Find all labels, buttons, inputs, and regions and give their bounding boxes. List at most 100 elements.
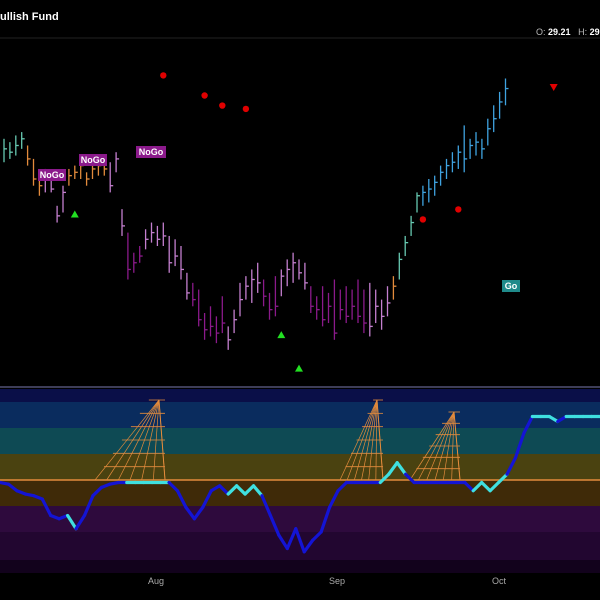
nogo-label: NoGo (79, 154, 107, 166)
price-bar (268, 292, 273, 320)
price-bar (416, 192, 420, 213)
band-1 (0, 389, 600, 402)
price-bar (3, 138, 7, 163)
price-bar (380, 299, 385, 330)
price-bar (156, 225, 161, 246)
price-bar (139, 246, 143, 263)
price-bar (475, 132, 479, 156)
down-triangle-marker (549, 83, 558, 91)
price-bar (386, 286, 391, 317)
price-bar (15, 135, 19, 156)
price-bar (262, 279, 267, 307)
up-triangle-marker (295, 364, 303, 372)
price-bar (121, 209, 125, 236)
price-bar (333, 279, 338, 340)
price-bar (298, 259, 302, 280)
price-bar (316, 296, 320, 320)
price-bar (392, 276, 397, 300)
price-bar (369, 282, 373, 337)
price-bar (180, 246, 184, 280)
price-bar (457, 145, 462, 169)
x-tick-label: Oct (492, 576, 507, 586)
price-bar (9, 142, 13, 159)
price-bar (144, 229, 149, 250)
price-bar (404, 235, 409, 257)
price-bar (498, 91, 503, 119)
price-bar (21, 132, 25, 149)
price-bar (257, 262, 261, 293)
band-6 (0, 506, 600, 532)
price-bar (233, 309, 238, 334)
nogo-label: NoGo (38, 169, 66, 181)
price-bar (192, 282, 196, 307)
x-axis: Aug Sep Oct (148, 576, 507, 586)
price-bar (227, 326, 232, 350)
oscillator-bands (0, 389, 600, 573)
label-text: NoGo (139, 147, 164, 157)
price-bar (345, 286, 350, 324)
signal-markers (70, 72, 558, 372)
price-bar (198, 289, 202, 327)
price-bar (469, 138, 474, 159)
price-bar (357, 279, 361, 324)
band-2 (0, 402, 600, 428)
price-bar (428, 179, 432, 203)
price-bar (321, 286, 326, 327)
label-text: NoGo (81, 155, 106, 165)
price-bar (274, 276, 279, 317)
nogo-label: NoGo (136, 146, 166, 158)
price-bar (504, 78, 509, 106)
x-tick-label: Aug (148, 576, 164, 586)
price-bar (445, 158, 450, 179)
red-dot-marker (242, 105, 250, 113)
price-bar (174, 239, 179, 267)
price-bar (463, 125, 468, 173)
price-bar (203, 313, 208, 340)
price-bar (351, 289, 356, 320)
label-text: Go (505, 281, 518, 291)
price-bar (127, 232, 131, 280)
red-dot-marker (201, 92, 208, 99)
price-bar (434, 175, 438, 196)
price-bar (422, 185, 426, 206)
price-bar (56, 205, 61, 223)
up-triangle-marker (277, 331, 286, 339)
price-bar (186, 272, 190, 300)
price-bar (410, 215, 415, 236)
price-bar (304, 262, 308, 290)
price-bar (251, 269, 255, 303)
price-bar (481, 138, 485, 159)
price-bar (215, 316, 220, 344)
price-bar (85, 172, 90, 186)
price-bar (26, 145, 31, 166)
price-bar (221, 296, 226, 334)
price-bar (168, 235, 173, 273)
price-bar (109, 162, 114, 193)
price-bar (327, 292, 332, 324)
price-bar (310, 286, 314, 313)
go-label: Go (502, 280, 520, 292)
price-bar (162, 222, 167, 246)
red-dot-marker (455, 206, 462, 213)
price-bar (487, 118, 491, 146)
price-bar (292, 252, 297, 283)
band-3 (0, 428, 600, 454)
price-bar (286, 259, 291, 287)
price-bar (451, 152, 456, 173)
up-triangle-marker (70, 210, 79, 218)
price-bar (115, 152, 120, 173)
price-bars (3, 78, 509, 350)
red-dot-marker (219, 102, 226, 109)
price-bar (439, 165, 444, 186)
price-bar (74, 165, 78, 179)
red-dot-marker (160, 72, 167, 79)
price-bar (375, 289, 379, 324)
price-bar (245, 276, 249, 300)
red-dot-marker (419, 216, 427, 223)
price-bar (32, 158, 37, 186)
band-8 (0, 560, 600, 573)
price-bar (493, 105, 497, 133)
price-bar (62, 185, 66, 213)
price-bar (150, 222, 155, 243)
label-text: NoGo (40, 170, 65, 180)
